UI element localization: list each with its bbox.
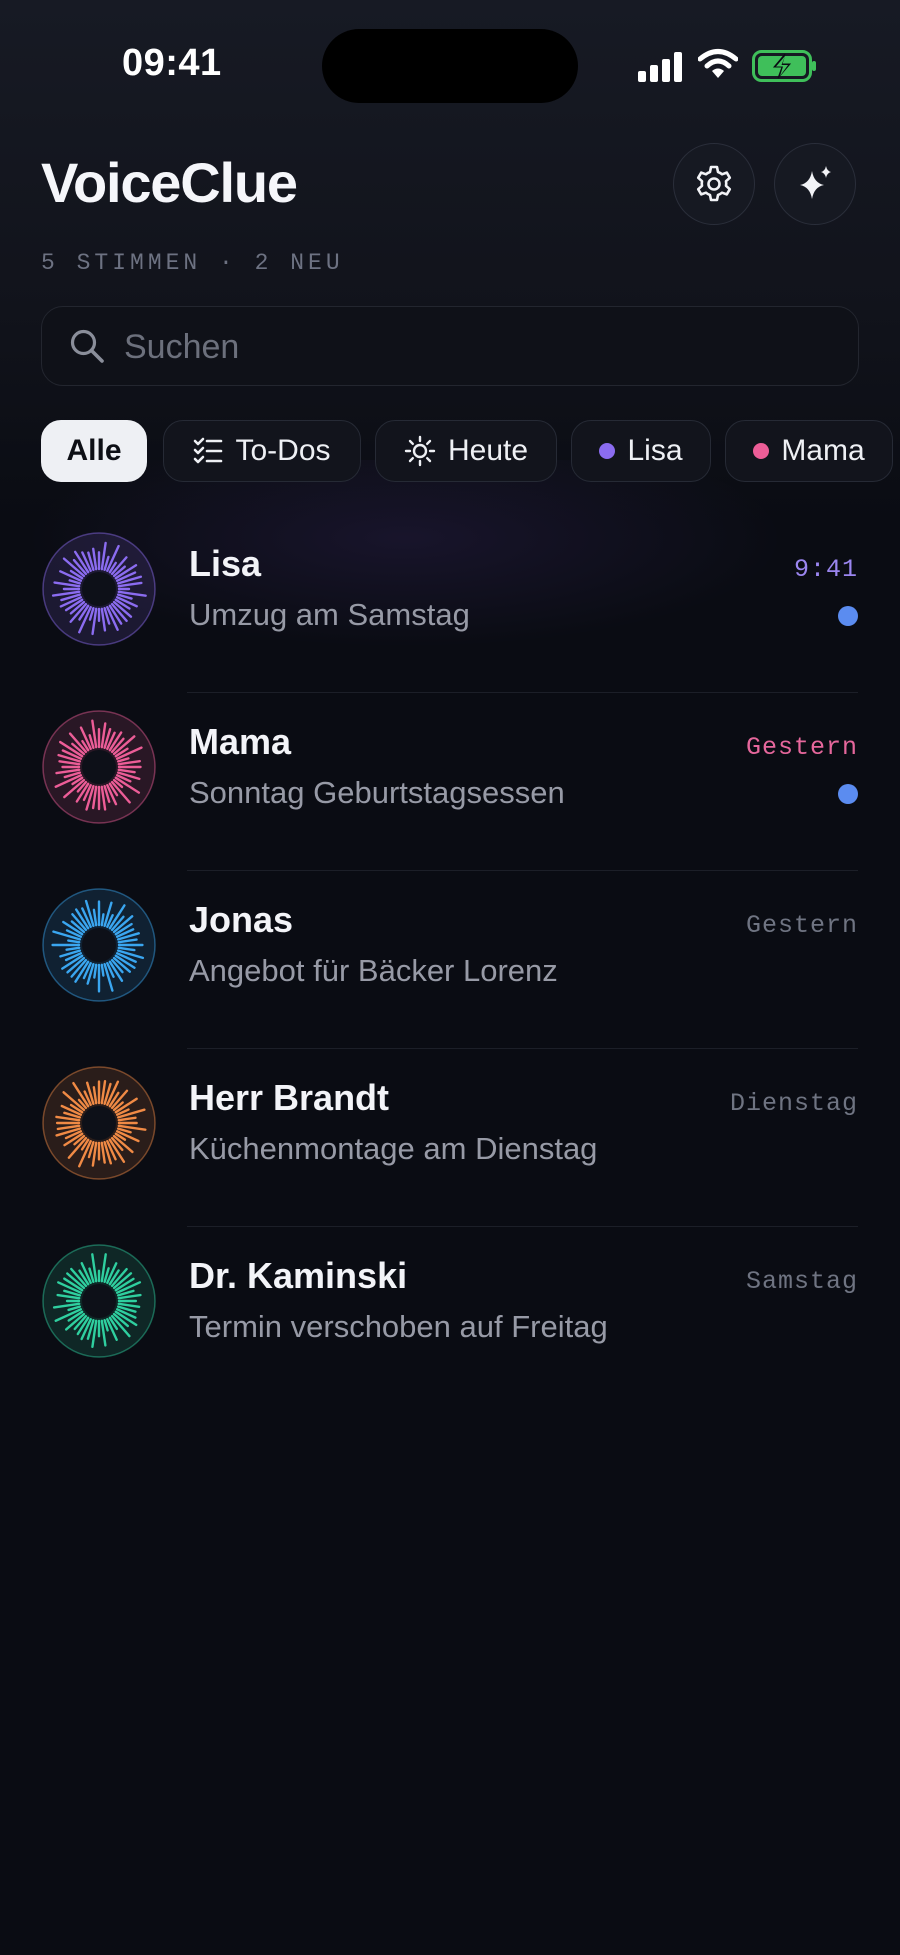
conversation-row-mama[interactable]: Mama Sonntag Geburtstagsessen Gestern — [0, 693, 900, 871]
waveform-bar — [100, 963, 105, 977]
filter-chips: Alle To-Dos Heute Lisa Mama — [41, 420, 900, 484]
message-preview: Umzug am Samstag — [189, 597, 470, 632]
contact-color-dot — [599, 443, 616, 459]
message-preview: Termin verschoben auf Freitag — [189, 1309, 608, 1344]
voice-count-summary: 5 STIMMEN · 2 NEU — [41, 250, 344, 276]
battery-charging-icon — [752, 50, 816, 82]
message-time: Gestern — [745, 911, 858, 940]
voice-waveform-avatar — [42, 888, 156, 1002]
contact-name: Jonas — [189, 899, 294, 940]
waveform-bar — [67, 939, 81, 944]
search-input[interactable] — [122, 307, 826, 387]
message-time: Dienstag — [729, 1089, 858, 1118]
conversation-row-herr-brandt[interactable]: Herr Brandt Küchenmontage am Dienstag Di… — [0, 1049, 900, 1227]
conversation-row-lisa[interactable]: Lisa Umzug am Samstag 9:41 — [0, 515, 900, 693]
contact-name: Mama — [189, 721, 292, 762]
conversation-row-jonas[interactable]: Jonas Angebot für Bäcker Lorenz Gestern — [0, 871, 900, 1049]
search-icon — [70, 329, 104, 363]
voice-waveform-avatar — [42, 1244, 156, 1358]
message-preview: Sonntag Geburtstagsessen — [189, 775, 565, 810]
sun-icon — [404, 435, 436, 467]
filter-chip-label: To-Dos — [235, 434, 331, 467]
settings-button[interactable] — [673, 143, 755, 225]
app-title: VoiceClue — [41, 151, 298, 214]
message-time: 9:41 — [793, 555, 858, 584]
contact-name: Dr. Kaminski — [189, 1255, 408, 1296]
contact-name: Herr Brandt — [189, 1077, 390, 1118]
filter-chip-label: Heute — [447, 434, 529, 467]
filter-chip-lisa[interactable]: Lisa — [571, 420, 711, 482]
wifi-icon — [698, 49, 738, 78]
filter-chip-todos[interactable]: To-Dos — [163, 420, 361, 482]
dynamic-island — [322, 29, 578, 103]
filter-chip-label: Mama — [781, 434, 865, 467]
voice-waveform-avatar — [42, 710, 156, 824]
unread-indicator — [838, 606, 858, 626]
cellular-signal-icon — [638, 52, 682, 82]
search-field[interactable] — [41, 306, 859, 387]
conversation-row-dr-kaminski[interactable]: Dr. Kaminski Termin verschoben auf Freit… — [0, 1227, 900, 1405]
filter-chip-mama[interactable]: Mama — [725, 420, 893, 482]
status-time: 09:41 — [122, 42, 222, 84]
ai-sparkle-button[interactable] — [774, 143, 856, 225]
message-preview: Angebot für Bäcker Lorenz — [189, 953, 558, 988]
filter-chip-alle[interactable]: Alle — [41, 420, 147, 482]
filter-chip-label: Alle — [66, 434, 122, 467]
message-time: Gestern — [745, 733, 858, 762]
unread-indicator — [838, 784, 858, 804]
status-bar: 09:41 — [0, 0, 900, 130]
gear-icon — [696, 165, 732, 202]
voice-waveform-avatar — [42, 532, 156, 646]
voice-waveform-avatar — [42, 1066, 156, 1180]
contact-name: Lisa — [189, 543, 262, 584]
waveform-bar — [100, 913, 105, 927]
message-preview: Küchenmontage am Dienstag — [189, 1131, 598, 1166]
message-time: Samstag — [745, 1267, 858, 1296]
checklist-icon — [194, 437, 223, 464]
filter-chip-heute[interactable]: Heute — [375, 420, 557, 482]
filter-chip-label: Lisa — [627, 434, 683, 467]
sparkles-icon — [800, 166, 831, 199]
contact-color-dot — [753, 443, 770, 459]
